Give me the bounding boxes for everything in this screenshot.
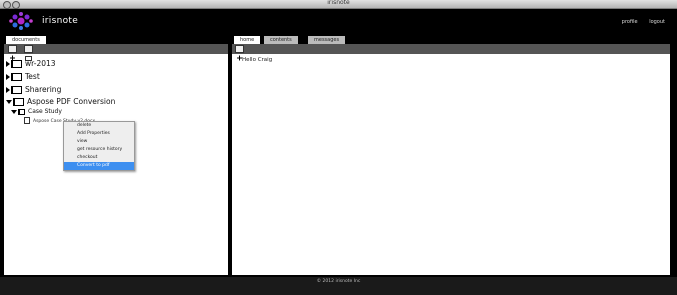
- tree-item-wr-2013[interactable]: wr-2013: [6, 59, 56, 68]
- notebook-icon: [18, 108, 25, 115]
- menu-item-add-properties[interactable]: Add Properties: [64, 130, 134, 138]
- notebook-icon: [13, 98, 24, 106]
- document-icon: [24, 117, 30, 124]
- menu-item-convert-to-pdf[interactable]: Convert to pdf: [64, 162, 134, 170]
- main-panel: home contents messages Hello Craig: [232, 35, 670, 275]
- menu-item-get-resource-history[interactable]: get resource history: [64, 146, 134, 154]
- tree-item-test[interactable]: Test: [6, 72, 40, 81]
- profile-link[interactable]: profile: [622, 19, 638, 25]
- context-menu: delete Add Properties view get resource …: [63, 121, 135, 171]
- documents-tabs: documents: [4, 35, 228, 44]
- documents-toolbar: [4, 44, 228, 61]
- menu-item-delete[interactable]: delete: [64, 122, 134, 130]
- new-document-button[interactable]: [8, 45, 17, 61]
- window-title: irisnote: [327, 0, 350, 6]
- tree-item-case-study[interactable]: Case Study: [11, 108, 62, 115]
- add-button[interactable]: [235, 45, 244, 61]
- collapse-arrow-icon[interactable]: [6, 100, 12, 104]
- expand-arrow-icon[interactable]: [6, 74, 10, 80]
- expand-arrow-icon[interactable]: [6, 61, 10, 67]
- tab-documents[interactable]: documents: [6, 36, 46, 44]
- notebook-icon: [11, 86, 22, 94]
- collapse-arrow-icon[interactable]: [11, 109, 17, 114]
- footer: © 2012 irisnote Inc: [0, 277, 677, 295]
- notebook-icon: [11, 60, 22, 68]
- expand-arrow-icon[interactable]: [6, 87, 10, 93]
- tree-item-sharering[interactable]: Sharering: [6, 85, 61, 94]
- logout-link[interactable]: logout: [649, 19, 665, 25]
- tree-item-aspose-pdf-conversion[interactable]: Aspose PDF Conversion: [6, 97, 115, 106]
- tab-contents[interactable]: contents: [264, 36, 298, 44]
- menu-item-view[interactable]: view: [64, 138, 134, 146]
- greeting-text: Hello Craig: [242, 57, 273, 63]
- app-name: irisnote: [42, 16, 79, 26]
- notebook-icon: [11, 73, 22, 81]
- irisnote-logo-icon: [9, 12, 33, 30]
- new-folder-button[interactable]: [24, 45, 33, 61]
- main-tabs: home contents messages: [232, 35, 670, 44]
- tab-home[interactable]: home: [234, 36, 261, 44]
- tab-messages[interactable]: messages: [308, 36, 346, 44]
- menu-item-checkout[interactable]: checkout: [64, 154, 134, 162]
- app-header: irisnote profile logout: [0, 9, 677, 33]
- copyright-text: © 2012 irisnote Inc: [316, 279, 361, 284]
- window-titlebar: irisnote: [0, 0, 677, 9]
- main-toolbar: [232, 44, 670, 61]
